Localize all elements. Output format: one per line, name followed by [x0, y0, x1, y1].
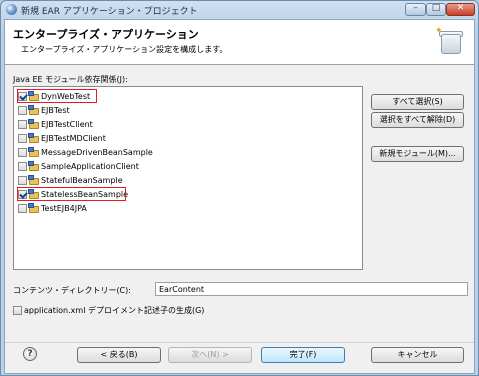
title-bar: 新規 EAR アプリケーション・プロジェクト – □ ✕: [1, 1, 478, 19]
checkbox[interactable]: [18, 161, 27, 171]
project-icon: [28, 118, 39, 129]
footer-divider: [5, 342, 474, 343]
page-title: エンタープライズ・アプリケーション: [13, 28, 199, 41]
project-icon: [28, 202, 39, 213]
content-directory-label: コンテンツ・ディレクトリー(C):: [13, 286, 131, 295]
close-icon: ✕: [456, 3, 465, 13]
project-icon: [28, 160, 39, 171]
deselect-all-button[interactable]: 選択をすべて解除(D): [371, 112, 464, 128]
maximize-icon: □: [431, 3, 441, 13]
generate-descriptor-checkbox[interactable]: [13, 306, 22, 315]
list-item[interactable]: StatefulBeanSample: [18, 174, 123, 186]
module-dependencies-label: Java EE モジュール依存関係(J):: [13, 75, 128, 84]
list-item[interactable]: EJBTest: [18, 104, 70, 116]
module-list[interactable]: DynWebTest EJBTest EJBTestClient EJBTest…: [13, 86, 363, 270]
help-button[interactable]: ?: [23, 347, 37, 361]
checkbox[interactable]: [18, 105, 27, 115]
checkbox[interactable]: [18, 119, 27, 129]
back-button[interactable]: < 戻る(B): [77, 347, 161, 363]
minimize-icon: –: [413, 3, 418, 13]
project-icon: [28, 174, 39, 185]
cancel-button[interactable]: キャンセル: [371, 347, 464, 363]
generate-descriptor-option[interactable]: application.xml デプロイメント記述子の生成(G): [13, 305, 204, 316]
finish-button[interactable]: 完了(F): [261, 347, 345, 363]
list-item[interactable]: EJBTestClient: [18, 118, 93, 130]
ear-project-icon: ✦: [435, 26, 467, 56]
wizard-body: エンタープライズ・アプリケーション エンタープライズ・アプリケーション設定を構成…: [4, 19, 475, 374]
list-item[interactable]: SampleApplicationClient: [18, 160, 139, 172]
close-button[interactable]: ✕: [446, 3, 475, 16]
list-item[interactable]: EJBTestMDClient: [18, 132, 106, 144]
list-item[interactable]: TestEJB4JPA: [18, 202, 87, 214]
project-icon: [28, 132, 39, 143]
page-description: エンタープライズ・アプリケーション設定を構成します。: [21, 45, 228, 54]
highlight-box: [17, 89, 97, 103]
project-icon: [28, 104, 39, 115]
checkbox[interactable]: [18, 147, 27, 157]
list-item[interactable]: MessageDrivenBeanSample: [18, 146, 153, 158]
checkbox[interactable]: [18, 203, 27, 213]
window-title: 新規 EAR アプリケーション・プロジェクト: [21, 7, 198, 17]
project-icon: [28, 146, 39, 157]
minimize-button[interactable]: –: [405, 3, 426, 16]
checkbox[interactable]: [18, 175, 27, 185]
content-directory-input[interactable]: [155, 282, 468, 296]
maximize-button[interactable]: □: [426, 3, 446, 16]
highlight-box: [17, 187, 126, 201]
eclipse-icon: [6, 4, 17, 15]
checkbox[interactable]: [18, 133, 27, 143]
wizard-window: 新規 EAR アプリケーション・プロジェクト – □ ✕ エンタープライズ・アプ…: [0, 0, 479, 376]
generate-descriptor-label: application.xml デプロイメント記述子の生成(G): [24, 306, 205, 315]
wizard-header: エンタープライズ・アプリケーション エンタープライズ・アプリケーション設定を構成…: [5, 20, 474, 65]
next-button: 次へ(N) >: [168, 347, 252, 363]
new-module-button[interactable]: 新規モジュール(M)...: [371, 146, 464, 162]
select-all-button[interactable]: すべて選択(S): [371, 94, 464, 110]
